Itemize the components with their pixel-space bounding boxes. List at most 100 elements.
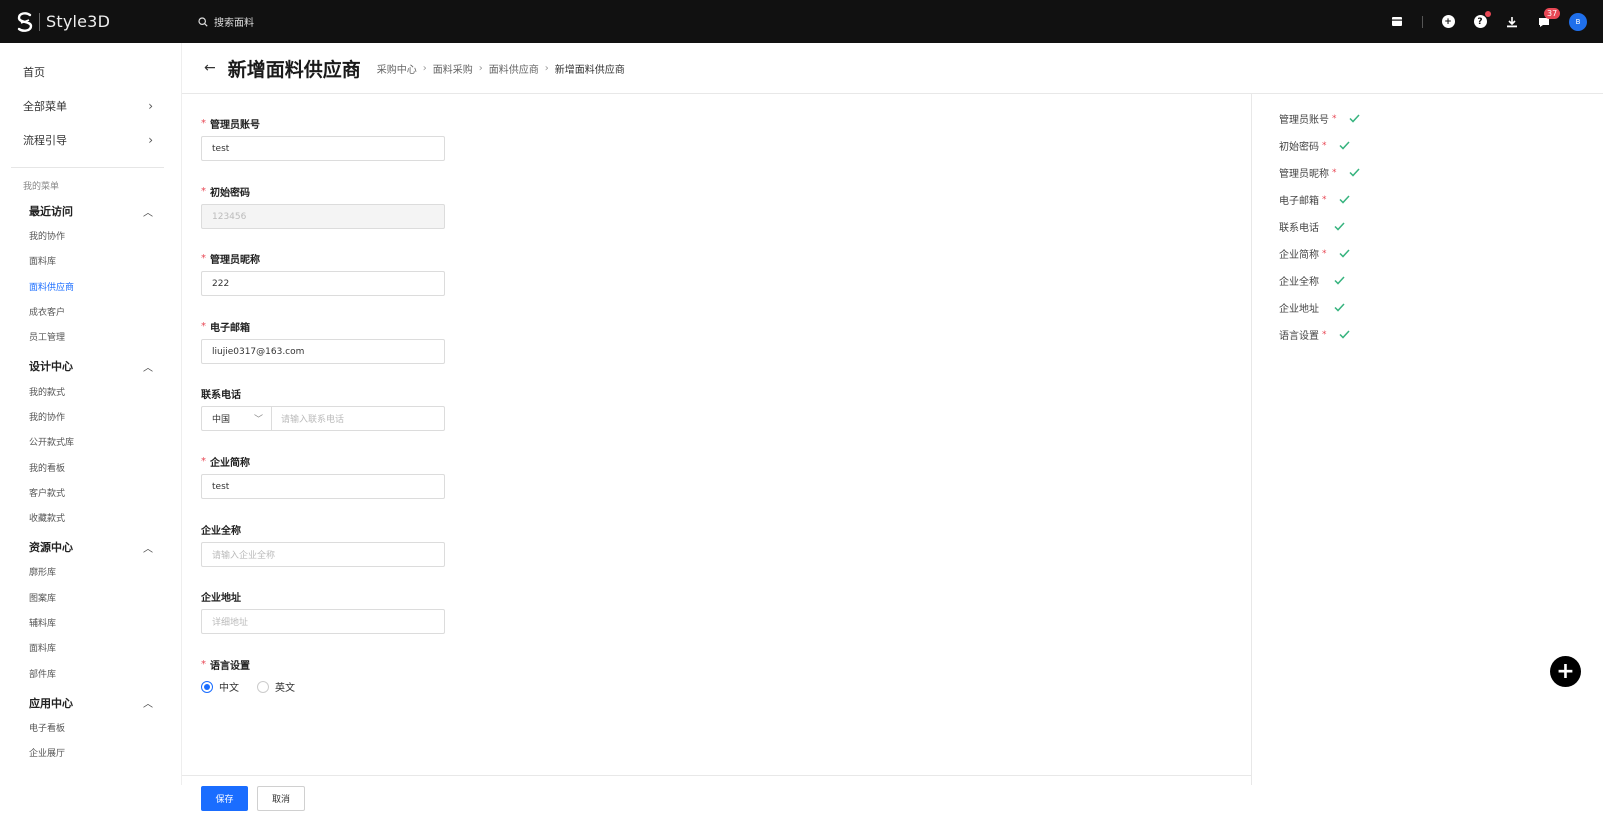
search-box[interactable]: 搜索面料 (198, 0, 254, 43)
supplier-form: * 管理员账号 test * 初始密码 123456 * 管理员昵称 222 * 电子邮… (182, 94, 1252, 811)
sidebar-item-trims-lib[interactable]: 辅料库 (0, 610, 181, 635)
sidebar-group-resources[interactable]: 资源中心 ︿ (0, 535, 181, 559)
check-icon (1348, 114, 1360, 123)
phone-input[interactable]: 请输入联系电话 (272, 407, 444, 430)
chevron-down-icon: ﹀ (253, 415, 263, 425)
form-footer: 保存 取消 (182, 775, 1252, 836)
checklist-item[interactable]: 企业全称 (1279, 267, 1360, 294)
required-mark: * (201, 252, 206, 264)
admin-nickname-input[interactable]: 222 (201, 271, 445, 296)
full-name-input[interactable]: 请输入企业全称 (201, 542, 445, 567)
country-select[interactable]: 中国 ﹀ (202, 407, 272, 430)
topbar-divider (1422, 15, 1423, 28)
required-mark: * (1322, 194, 1327, 205)
chevron-right-icon: › (148, 133, 153, 147)
download-icon[interactable] (1505, 15, 1519, 29)
field-label: 企业地址 (201, 592, 241, 604)
message-icon[interactable]: 37 (1537, 7, 1561, 29)
sidebar-item-public-styles[interactable]: 公开款式库 (0, 429, 181, 454)
email-input[interactable]: liujie0317@163.com (201, 339, 445, 364)
sidebar-item-parts-lib[interactable]: 部件库 (0, 660, 181, 685)
required-mark: * (1332, 113, 1337, 124)
cancel-button[interactable]: 取消 (257, 786, 305, 811)
check-icon (1338, 141, 1350, 150)
label-text: 初始密码 (210, 187, 250, 199)
breadcrumb-item[interactable]: 面料采购 (433, 61, 473, 76)
label-text: 企业简称 (210, 457, 250, 469)
checklist-item[interactable]: 企业地址 (1279, 294, 1360, 321)
radio-chinese[interactable]: 中文 (201, 679, 239, 694)
short-name-input[interactable]: test (201, 474, 445, 499)
required-mark: * (201, 455, 206, 467)
checklist-item[interactable]: 初始密码 * (1279, 132, 1360, 159)
store-icon[interactable] (1390, 15, 1404, 29)
search-icon (198, 16, 208, 27)
sidebar-group-recent[interactable]: 最近访问 ︿ (0, 199, 181, 223)
logo[interactable]: Style3D (16, 11, 110, 33)
group-label: 最近访问 (29, 205, 73, 218)
sidebar-item-fabric-supplier[interactable]: 面料供应商 (0, 274, 181, 299)
logo-separator (39, 12, 40, 31)
checklist-item[interactable]: 电子邮箱 * (1279, 186, 1360, 213)
sidebar-item-showroom[interactable]: 企业展厅 (0, 740, 181, 765)
checklist-item[interactable]: 联系电话 (1279, 213, 1360, 240)
sidebar-item-e-board[interactable]: 电子看板 (0, 715, 181, 740)
sidebar-item-process-guide[interactable]: 流程引导 › (0, 123, 181, 157)
required-mark: * (201, 320, 206, 332)
breadcrumb-item[interactable]: 面料供应商 (489, 61, 539, 76)
sidebar-item-my-collab[interactable]: 我的协作 (0, 223, 181, 248)
sidebar-item-customer-styles[interactable]: 客户款式 (0, 480, 181, 505)
page-header: ← 新增面料供应商 采购中心 › 面料采购 › 面料供应商 › 新增面料供应商 (182, 43, 1603, 94)
checklist-label: 企业地址 (1279, 304, 1319, 315)
message-count-badge: 37 (1544, 7, 1561, 19)
checklist-label: 电子邮箱 (1279, 196, 1319, 207)
field-label: * 语言设置 (201, 657, 313, 672)
floating-add-button[interactable]: + (1550, 656, 1581, 687)
required-mark: * (201, 185, 206, 197)
sidebar-item-my-boards[interactable]: 我的看板 (0, 454, 181, 479)
address-input[interactable]: 详细地址 (201, 609, 445, 634)
sidebar-item-staff[interactable]: 员工管理 (0, 324, 181, 349)
user-avatar[interactable]: B (1569, 12, 1587, 31)
field-address: 企业地址 详细地址 (201, 589, 445, 634)
sidebar-group-apps[interactable]: 应用中心 ︿ (0, 691, 181, 715)
required-mark: * (201, 117, 206, 129)
checklist-item[interactable]: 企业简称 * (1279, 240, 1360, 267)
sidebar-item-fabric-library[interactable]: 面料库 (0, 248, 181, 273)
radio-checked-icon (201, 680, 213, 693)
completion-checklist: 管理员账号 * 初始密码 * 管理员昵称 * 电子邮箱 * 联系电话 企业简称 * 企业全… (1279, 105, 1360, 348)
label-text: 语言设置 (210, 660, 250, 672)
group-label: 设计中心 (29, 360, 73, 374)
checklist-item[interactable]: 管理员账号 * (1279, 105, 1360, 132)
checklist-label: 管理员账号 (1279, 115, 1329, 126)
field-short-name: * 企业简称 test (201, 454, 445, 499)
radio-english[interactable]: 英文 (257, 679, 295, 694)
sidebar-item-fabric-lib[interactable]: 面料库 (0, 635, 181, 660)
sidebar-item-my-collab-2[interactable]: 我的协作 (0, 404, 181, 429)
checklist-label: 语言设置 (1279, 331, 1319, 342)
check-icon (1338, 249, 1350, 258)
check-icon (1334, 276, 1345, 285)
breadcrumb-item[interactable]: 采购中心 (377, 61, 417, 76)
sidebar-group-design[interactable]: 设计中心 ︿ (0, 354, 181, 378)
sidebar-item-all-menus[interactable]: 全部菜单 › (0, 89, 181, 123)
sidebar-item-home[interactable]: 首页 (0, 55, 181, 89)
chevron-right-icon: › (148, 99, 153, 113)
breadcrumb-current: 新增面料供应商 (554, 64, 625, 76)
checklist-item[interactable]: 语言设置 * (1279, 321, 1360, 348)
back-arrow-icon[interactable]: ← (204, 60, 216, 76)
breadcrumb: 采购中心 › 面料采购 › 面料供应商 › 新增面料供应商 (377, 61, 625, 76)
search-placeholder: 搜索面料 (214, 18, 254, 29)
sidebar-item-pattern-lib[interactable]: 图案库 (0, 585, 181, 610)
phone-field: 中国 ﹀ 请输入联系电话 (201, 406, 445, 431)
sidebar-item-my-styles[interactable]: 我的款式 (0, 378, 181, 403)
checklist-item[interactable]: 管理员昵称 * (1279, 159, 1360, 186)
sidebar-item-garment-customer[interactable]: 成衣客户 (0, 299, 181, 324)
admin-account-input[interactable]: test (201, 136, 445, 161)
sidebar-item-favorites[interactable]: 收藏款式 (0, 505, 181, 530)
save-button[interactable]: 保存 (201, 786, 248, 811)
help-icon[interactable]: ? (1473, 10, 1491, 29)
sidebar-divider (11, 167, 164, 168)
add-circle-icon[interactable]: + (1441, 15, 1455, 29)
sidebar-item-silhouette-lib[interactable]: 廓形库 (0, 559, 181, 584)
